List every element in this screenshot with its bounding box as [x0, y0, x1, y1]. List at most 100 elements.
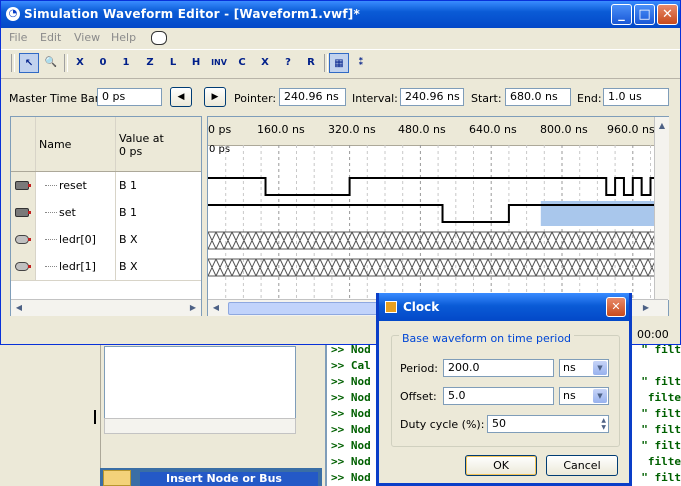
console-line-tail: " filt [641, 423, 681, 436]
whats-this-icon[interactable] [151, 31, 167, 45]
period-unit-select[interactable]: ns ▼ [559, 359, 609, 377]
period-unit-value: ns [563, 361, 576, 374]
menu-edit[interactable]: Edit [40, 31, 61, 44]
clock-dialog: Clock ✕ Base waveform on time period Per… [376, 293, 632, 486]
toolbar-separator [64, 54, 68, 72]
pointer-field: 240.96 ns [279, 88, 346, 106]
cancel-button[interactable]: Cancel [546, 455, 618, 476]
ruler-tick-label: 480.0 ns [398, 123, 446, 136]
title-bar[interactable]: ◔ Simulation Waveform Editor - [Waveform… [1, 1, 680, 28]
time-ruler[interactable]: 0 ps 160.0 ns 320.0 ns 480.0 ns 640.0 ns… [208, 117, 655, 146]
ruler-tick-label: 800.0 ns [540, 123, 588, 136]
next-transition-button[interactable]: ▶ [204, 87, 226, 107]
pointer-tool-icon[interactable]: ↖ [19, 53, 39, 73]
scroll-left-icon[interactable]: ◀ [210, 301, 222, 315]
console-line-tail: filte [641, 455, 681, 468]
forcing-high-tool-icon[interactable]: 1 [116, 53, 136, 73]
menu-help[interactable]: Help [111, 31, 136, 44]
offset-unit-select[interactable]: ns ▼ [559, 387, 609, 405]
duty-cycle-spinbox[interactable]: 50 ▲ ▼ [487, 415, 609, 433]
overwrite-clock-tool-icon[interactable]: C [232, 53, 252, 73]
zoom-tool-icon[interactable]: 🔍 [41, 53, 61, 73]
dialog-close-button[interactable]: ✕ [606, 297, 626, 317]
ruler-tick-label: 160.0 ns [257, 123, 305, 136]
console-line: >> Nod [331, 375, 371, 388]
weak-low-tool-icon[interactable]: L [163, 53, 183, 73]
tree-line [45, 239, 57, 240]
scroll-thumb[interactable] [228, 302, 390, 315]
ruler-tick-label: 0 ps [208, 123, 232, 136]
overflow-time-label: 00:00 [637, 328, 669, 341]
high-impedance-tool-icon[interactable]: Z [140, 53, 160, 73]
node-value: B 1 [119, 206, 138, 219]
insert-node-task-tab[interactable]: Insert Node or Bus [140, 472, 318, 486]
console-line: >> Cal [331, 359, 371, 372]
tree-line [45, 266, 57, 267]
master-time-bar-field[interactable]: 0 ps [97, 88, 162, 106]
node-row-ledr0[interactable]: ledr[0] B X [11, 226, 201, 254]
node-row-set[interactable]: set B 1 [11, 199, 201, 227]
count-value-tool-icon[interactable]: X [255, 53, 275, 73]
random-value-tool-icon[interactable]: ? [278, 53, 298, 73]
overwrite-value-tool-icon[interactable]: R [301, 53, 321, 73]
console-line: >> Nod [331, 407, 371, 420]
background-horizontal-scrollbar[interactable] [104, 418, 296, 434]
undefined-value-trace [208, 231, 654, 250]
node-row-ledr1[interactable]: ledr[1] B X [11, 253, 201, 281]
end-label: End: [577, 92, 602, 105]
node-value: B 1 [119, 179, 138, 192]
console-line-tail: filte [641, 391, 681, 404]
node-name: set [59, 206, 76, 219]
pin-column [11, 199, 36, 226]
interval-label: Interval: [352, 92, 398, 105]
uninitialized-tool-icon[interactable]: X [70, 53, 90, 73]
pin-column [11, 226, 36, 253]
chevron-down-icon[interactable]: ▼ [593, 361, 607, 375]
sort-tool-icon[interactable]: ⁑ [351, 53, 371, 73]
menu-bar: File Edit View Help [1, 28, 680, 48]
dialog-title: Clock [403, 300, 440, 314]
ok-button[interactable]: OK [465, 455, 537, 476]
node-list-header: Name Value at 0 ps [11, 117, 201, 172]
app-icon: ◔ [6, 7, 20, 21]
name-column-header[interactable]: Name [39, 138, 71, 151]
period-input[interactable]: 200.0 [443, 359, 554, 377]
chevron-down-icon[interactable]: ▼ [593, 389, 607, 403]
pin-column [11, 172, 36, 199]
scroll-left-icon[interactable]: ◀ [13, 301, 25, 315]
console-line-tail: " filt [641, 439, 681, 452]
spin-arrows-icon[interactable]: ▲ ▼ [601, 417, 606, 431]
offset-input[interactable]: 5.0 [443, 387, 554, 405]
header-divider [115, 117, 116, 171]
node-value: B X [119, 260, 138, 273]
column-divider [115, 226, 116, 253]
invert-tool-icon[interactable]: INV [209, 53, 229, 73]
close-button[interactable]: ✕ [657, 4, 678, 25]
value-column-header[interactable]: Value at [119, 132, 164, 145]
waveform-vertical-scrollbar[interactable]: ▲ [654, 117, 669, 300]
node-row-reset[interactable]: reset B 1 [11, 172, 201, 200]
node-list-horizontal-scrollbar[interactable]: ◀ ▶ [11, 299, 201, 316]
maximize-button[interactable]: □ [634, 4, 655, 25]
scroll-up-icon[interactable]: ▲ [656, 119, 668, 133]
dialog-title-bar[interactable]: Clock ✕ [379, 293, 629, 321]
duty-cycle-value: 50 [492, 417, 506, 430]
menu-view[interactable]: View [74, 31, 100, 44]
waveform-panel[interactable]: 0 ps 160.0 ns 320.0 ns 480.0 ns 640.0 ns… [207, 116, 669, 316]
pointer-label: Pointer: [234, 92, 277, 105]
scroll-right-icon[interactable]: ▶ [640, 301, 652, 315]
waveform-canvas[interactable] [208, 145, 654, 299]
node-name: ledr[1] [59, 260, 96, 273]
forcing-low-tool-icon[interactable]: 0 [93, 53, 113, 73]
previous-transition-button[interactable]: ◀ [170, 87, 192, 107]
minimize-button[interactable]: _ [611, 4, 632, 25]
end-field: 1.0 us [603, 88, 669, 106]
menu-file[interactable]: File [9, 31, 27, 44]
folder-icon[interactable] [103, 470, 131, 486]
snap-to-grid-icon[interactable]: ▦ [329, 53, 349, 73]
scroll-right-icon[interactable]: ▶ [187, 301, 199, 315]
weak-high-tool-icon[interactable]: H [186, 53, 206, 73]
column-divider [115, 253, 116, 280]
offset-unit-value: ns [563, 389, 576, 402]
ruler-tick-label: 640.0 ns [469, 123, 517, 136]
